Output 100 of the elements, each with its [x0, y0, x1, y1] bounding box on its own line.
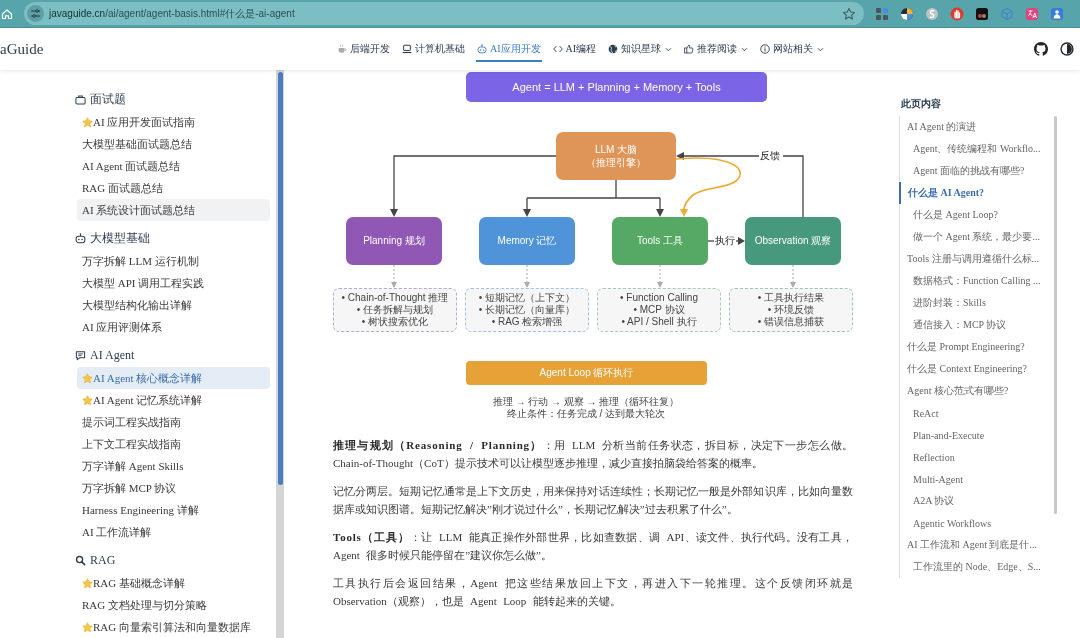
toc-link[interactable]: Agentic Workflows — [900, 512, 1054, 534]
detail-item: • Chain-of-Thought 推理 — [341, 292, 449, 304]
sidebar-link[interactable]: 万字拆解 MCP 协议 — [77, 477, 270, 499]
briefcase-icon — [75, 94, 86, 105]
address-bar[interactable]: javaguide.cn/ai/agent/agent-basis.html#什么是-ai-agent — [24, 2, 864, 25]
nav-link[interactable]: AI编程 — [551, 36, 598, 62]
section-heading[interactable]: 大模型基础 — [90, 230, 150, 247]
toc-link[interactable]: Multi-Agent — [900, 468, 1054, 490]
figure-caption: 终止条件：任务完成 / 达到最大轮次 — [506, 408, 666, 420]
toc-link[interactable]: 什么是 Agent Loop? — [900, 204, 1054, 226]
sliders-icon[interactable] — [27, 5, 44, 22]
toc-link[interactable]: 什么是 Context Engineering? — [900, 358, 1054, 380]
detail-item: • 长期记忆（向量库） — [478, 304, 576, 316]
hand-icon[interactable] — [950, 6, 964, 21]
dotted-arrow — [790, 264, 796, 288]
swirl-icon[interactable] — [925, 6, 939, 21]
chat-icon — [75, 350, 86, 361]
app-tile-icon[interactable] — [975, 6, 989, 21]
nav-link[interactable]: 后端开发 — [336, 36, 391, 62]
formula-banner: Agent = LLM + Planning + Memory + Tools — [466, 72, 767, 102]
module-node: Tools 工具 — [612, 217, 708, 265]
toc-link[interactable]: Agent 面临的挑战有哪些? — [900, 160, 1054, 182]
site-logo-text[interactable]: aGuide — [0, 40, 44, 58]
body-paragraph: 工具执行后会返回结果，Agent 把这些结果放回上下文，再进入下一轮推理。这个反馈闭环就是 Observation（观察），也是 Agent Loop 能转起来的关键。 — [333, 576, 853, 609]
sidebar-link[interactable]: AI 工作流详解 — [77, 521, 270, 543]
nav-link[interactable]: 推荐阅读 — [683, 36, 750, 62]
person-icon[interactable] — [1050, 6, 1064, 21]
detail-item: • 工具执行结果 — [757, 292, 825, 304]
nav-link[interactable]: 知识星球 — [607, 36, 674, 62]
body-paragraph: 推理与规划（Reasoning / Planning）：用 LLM 分析当前任务状态，拆目标，决定下一步怎么做。Chain-of-Thought（CoT）提示技术可以让模型逐步推理，减少直接拍脑袋给答案的概率。 — [333, 438, 853, 471]
execute-arrow — [735, 237, 745, 245]
dotted-arrow — [657, 264, 663, 288]
sidebar-link[interactable]: 大模型基础面试题总结 — [77, 133, 270, 155]
robot-icon — [75, 233, 86, 244]
toc-link[interactable]: 工作流里的 Node、Edge、S... — [900, 556, 1054, 578]
module-node: Observation 观察 — [745, 217, 841, 265]
toc-link[interactable]: 通信接入：MCP 协议 — [900, 314, 1054, 336]
globe-icon — [608, 44, 619, 54]
sidebar-link[interactable]: AI Agent 核心概念详解 — [77, 367, 270, 389]
github-icon[interactable] — [1034, 42, 1048, 56]
edge-label: 反馈 — [760, 150, 780, 162]
figure-caption: 推理 → 行动 → 观察 → 推理（循环往复） — [492, 396, 680, 408]
bookmark-star-icon[interactable] — [842, 6, 856, 21]
nav-link[interactable]: AI应用开发 — [476, 36, 542, 62]
sidebar-link[interactable]: 大模型 API 调用工程实践 — [77, 272, 270, 294]
home-icon[interactable] — [1, 7, 13, 20]
detail-item: • RAG 检索增强 — [491, 316, 563, 328]
edge-label: 执行 — [715, 235, 735, 247]
toc-link[interactable]: 进阶封装：Skills — [900, 292, 1054, 314]
scrollbar[interactable] — [276, 70, 284, 638]
section-heading[interactable]: AI Agent — [90, 348, 135, 363]
section-heading[interactable]: 面试题 — [90, 91, 126, 108]
loop-arrow — [675, 157, 741, 217]
sidebar-link[interactable]: 上下文工程实战指南 — [77, 433, 270, 455]
toc-link[interactable]: Reflection — [900, 446, 1054, 468]
toc-link[interactable]: Agent、传统编程和 Workflo... — [900, 138, 1054, 160]
sidebar-link[interactable]: AI 应用评测体系 — [77, 316, 270, 338]
toc-link[interactable]: Agent 核心范式有哪些? — [900, 380, 1054, 402]
tiles-icon[interactable] — [875, 6, 889, 21]
toc-link[interactable]: AI Agent 的演进 — [900, 116, 1054, 138]
sidebar-link[interactable]: RAG 基础概念详解 — [77, 572, 270, 594]
sidebar-link[interactable]: RAG 文档处理与切分策略 — [77, 594, 270, 616]
toc-link[interactable]: 数据格式：Function Calling ... — [900, 270, 1054, 292]
detail-item: • MCP 协议 — [633, 304, 685, 316]
dotted-arrow — [391, 264, 397, 288]
toc-heading: 此页内容 — [901, 97, 941, 111]
detail-item: • API / Shell 执行 — [621, 316, 697, 328]
toc-link[interactable]: AI 工作流和 Agent 到底是什... — [900, 534, 1054, 556]
toc-link[interactable]: 什么是 Prompt Engineering? — [900, 336, 1054, 358]
toc-link[interactable]: 做一个 Agent 系统，最少要... — [900, 226, 1054, 248]
sidebar-link[interactable]: RAG 面试题总结 — [77, 177, 270, 199]
scrollbar[interactable] — [1054, 116, 1057, 514]
toc-link[interactable]: Tools 注册与调用遵循什么标... — [900, 248, 1054, 270]
nav-link[interactable]: 计算机基础 — [401, 36, 466, 62]
sidebar-link[interactable]: RAG 向量索引算法和向量数据库 — [77, 616, 270, 638]
contrast-icon[interactable] — [1060, 42, 1074, 56]
code-icon — [552, 44, 563, 54]
sidebar-link[interactable]: AI Agent 面试题总结 — [77, 155, 270, 177]
sidebar-link[interactable]: 万字详解 Agent Skills — [77, 455, 270, 477]
sidebar-link[interactable]: AI 系统设计面试题总结 — [77, 199, 270, 221]
sidebar-link[interactable]: AI Agent 记忆系统详解 — [77, 389, 270, 411]
sidebar-link[interactable]: AI 应用开发面试指南 — [77, 111, 270, 133]
body-paragraph: 记忆分两层。短期记忆通常是上下文历史，用来保持对话连续性；长期记忆一般是外部知识库，比如向量数据库或知识图谱。短期记忆解决”刚才说过什么”，长期记忆解决”过去积累了什么”。 — [333, 484, 853, 517]
section-heading[interactable]: RAG — [90, 553, 116, 568]
sidebar-link[interactable]: 万字拆解 LLM 运行机制 — [77, 250, 270, 272]
robot-icon — [477, 44, 487, 54]
info-icon — [760, 44, 771, 54]
translate-icon[interactable] — [1025, 6, 1039, 21]
sidebar-link[interactable]: 大模型结构化输出详解 — [77, 294, 270, 316]
connector-line — [707, 240, 715, 242]
toc-link[interactable]: ReAct — [900, 402, 1054, 424]
module-node: Memory 记忆 — [479, 217, 575, 265]
toc-link[interactable]: A2A 协议 — [900, 490, 1054, 512]
nav-link[interactable]: 网站相关 — [759, 36, 826, 62]
sidebar-link[interactable]: Harness Engineering 详解 — [77, 499, 270, 521]
toc-link[interactable]: Plan-and-Execute — [900, 424, 1054, 446]
detail-item: • 错误信息捕获 — [757, 316, 825, 328]
pie-icon[interactable] — [900, 6, 914, 21]
thumbs-up-icon — [684, 44, 695, 54]
sidebar-link[interactable]: 提示词工程实战指南 — [77, 411, 270, 433]
